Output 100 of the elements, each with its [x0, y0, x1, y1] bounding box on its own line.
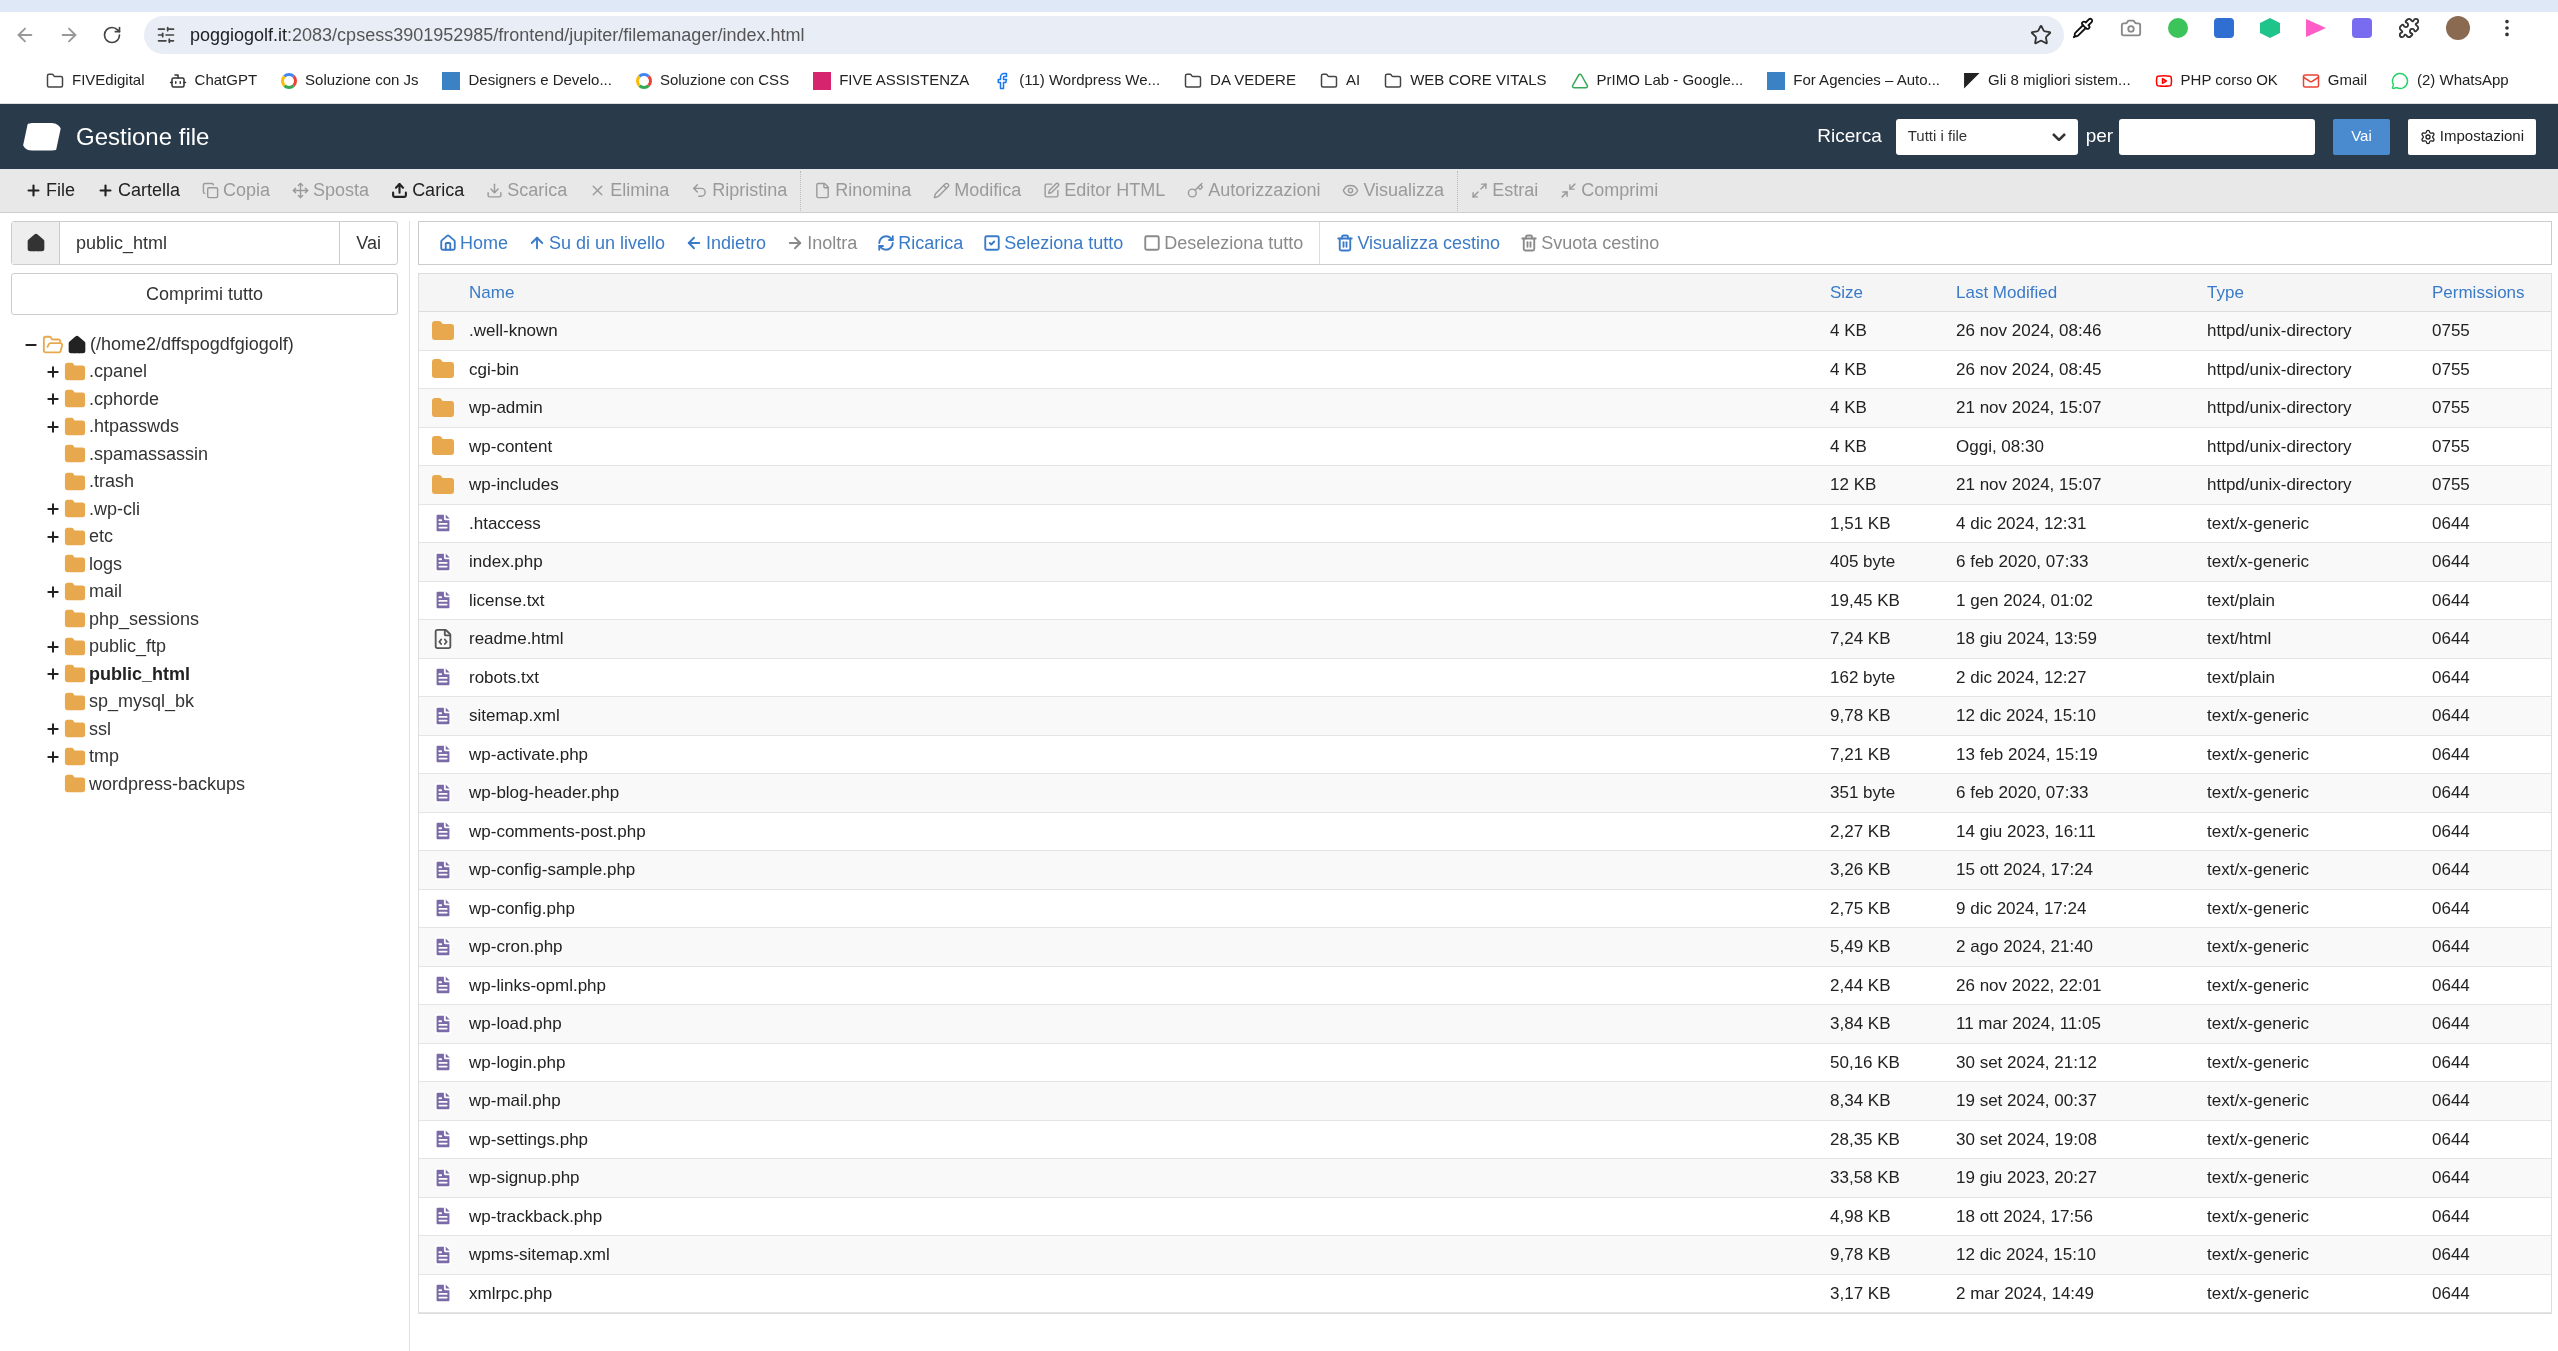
- bookmark[interactable]: FIVE ASSISTENZA: [813, 69, 970, 92]
- bookmark[interactable]: PrIMO Lab - Google...: [1570, 69, 1744, 92]
- nav-button[interactable]: Indietro: [675, 229, 777, 257]
- bookmark[interactable]: WEB CORE VITALS: [1384, 69, 1547, 92]
- modified-cell-text: Oggi, 08:30: [1955, 435, 2045, 458]
- file-name[interactable]: wp-blog-header.php: [467, 780, 1828, 806]
- bookmark[interactable]: (11) Wordpress We...: [993, 69, 1161, 92]
- bookmark[interactable]: Soluzione con CSS: [635, 69, 790, 92]
- bookmark[interactable]: Gmail: [2301, 69, 2367, 92]
- file-name[interactable]: wp-content: [467, 433, 1828, 459]
- tree-item[interactable]: .cphorde: [89, 385, 160, 413]
- modified-cell-text: 6 feb 2020, 07:33: [1955, 782, 2090, 804]
- camera-icon[interactable]: [2120, 17, 2142, 39]
- tree-item[interactable]: public_ftp: [89, 633, 167, 661]
- search-scope-select[interactable]: Tutti i file: [1895, 118, 2078, 155]
- file-name[interactable]: wp-load.php: [467, 1011, 1828, 1037]
- permissions-cell-text: 0755: [2431, 474, 2471, 496]
- file-name[interactable]: wp-settings.php: [467, 1126, 1828, 1152]
- file-name[interactable]: wpms-sitemap.xml: [467, 1242, 1828, 1268]
- address-bar[interactable]: poggiogolf.it:2083/cpsess3901952985/frontend/jupiter/filemanager/index.html: [144, 16, 2064, 54]
- bookmark[interactable]: AI: [1319, 69, 1361, 92]
- file-name[interactable]: xmlrpc.php: [467, 1280, 1828, 1306]
- expand-icon[interactable]: [45, 748, 61, 765]
- nav-button[interactable]: Ricarica: [867, 229, 974, 257]
- file-name[interactable]: wp-signup.php: [467, 1165, 1828, 1191]
- tree-item[interactable]: .trash: [89, 468, 135, 496]
- tree-item[interactable]: logs: [89, 550, 123, 578]
- site-settings-icon[interactable]: [156, 25, 176, 45]
- reload-icon[interactable]: [102, 25, 122, 45]
- settings-button[interactable]: Impostazioni: [2407, 118, 2536, 155]
- file-name[interactable]: wp-config.php: [467, 895, 1828, 921]
- bookmark[interactable]: For Agencies – Auto...: [1767, 69, 1941, 92]
- expand-icon[interactable]: [45, 363, 61, 380]
- file-name[interactable]: wp-mail.php: [467, 1088, 1828, 1114]
- file-name[interactable]: .htaccess: [467, 510, 1828, 536]
- file-name[interactable]: wp-admin: [467, 395, 1828, 421]
- tree-item[interactable]: .wp-cli: [89, 495, 140, 523]
- file-name[interactable]: index.php: [467, 549, 1828, 575]
- tree-item[interactable]: wordpress-backups: [89, 770, 246, 798]
- file-name[interactable]: robots.txt: [467, 664, 1828, 690]
- eyedropper-icon[interactable]: [2072, 17, 2094, 39]
- bookmark[interactable]: DA VEDERE: [1184, 69, 1296, 92]
- expand-icon[interactable]: [45, 638, 61, 655]
- tree-item[interactable]: etc: [89, 523, 113, 551]
- file-name[interactable]: wp-activate.php: [467, 741, 1828, 767]
- nav-button[interactable]: Visualizza cestino: [1326, 229, 1511, 257]
- bookmark-star-icon[interactable]: [2030, 24, 2052, 46]
- tree-item[interactable]: ssl: [89, 715, 111, 743]
- bookmark[interactable]: Gli 8 migliori sistem...: [1964, 69, 2131, 92]
- bookmark[interactable]: Designers e Develo...: [442, 69, 612, 92]
- search-field[interactable]: [2119, 118, 2316, 155]
- file-name[interactable]: wp-links-opml.php: [467, 972, 1828, 998]
- toolbar-button[interactable]: Cartella: [86, 177, 192, 204]
- column-header[interactable]: Size: [1828, 279, 1954, 306]
- bookmark[interactable]: ChatGPT: [168, 69, 258, 92]
- toolbar-button[interactable]: Carica: [380, 177, 476, 204]
- column-header[interactable]: Permissions: [2430, 279, 2551, 306]
- type-cell-text: text/x-generic: [2206, 743, 2311, 766]
- file-name[interactable]: wp-cron.php: [467, 934, 1828, 960]
- tree-item[interactable]: (/home2/dffspogdfgiogolf): [90, 331, 294, 358]
- file-name[interactable]: wp-login.php: [467, 1049, 1828, 1075]
- toolbar-button[interactable]: File: [14, 177, 86, 204]
- type-cell-text: text/x-generic: [2206, 782, 2311, 804]
- file-name[interactable]: sitemap.xml: [467, 703, 1828, 729]
- tree-item[interactable]: .htpasswds: [89, 413, 180, 441]
- search-go-button[interactable]: Vai: [2333, 118, 2390, 155]
- expand-icon[interactable]: [45, 583, 61, 600]
- square-icon: [1143, 234, 1162, 252]
- bookmark[interactable]: Soluzione con Js: [281, 69, 419, 92]
- tree-item[interactable]: php_sessions: [89, 605, 200, 633]
- file-name[interactable]: license.txt: [467, 587, 1828, 613]
- tree-item[interactable]: mail: [89, 578, 122, 606]
- nav-button[interactable]: Home: [429, 229, 518, 257]
- file-name[interactable]: readme.html: [467, 626, 1828, 652]
- file-icon: [432, 934, 454, 959]
- file-name[interactable]: wp-config-sample.php: [467, 857, 1828, 883]
- column-header[interactable]: Name: [467, 279, 1828, 306]
- expand-icon[interactable]: [45, 418, 61, 435]
- file-name[interactable]: wp-trackback.php: [467, 1203, 1828, 1229]
- collapse-all-button[interactable]: Comprimi tutto: [11, 273, 398, 315]
- nav-button[interactable]: Seleziona tutto: [973, 229, 1134, 257]
- file-name[interactable]: wp-includes: [467, 472, 1828, 498]
- column-header[interactable]: Last Modified: [1954, 279, 2205, 306]
- expand-icon[interactable]: [45, 528, 61, 545]
- type-cell-text: text/x-generic: [2206, 974, 2311, 997]
- nav-button[interactable]: Su di un livello: [518, 229, 676, 257]
- tree-item[interactable]: .cpanel: [89, 358, 148, 386]
- column-header[interactable]: Type: [2205, 279, 2430, 306]
- file-name[interactable]: cgi-bin: [467, 356, 1828, 382]
- file-name[interactable]: .well-known: [467, 318, 1828, 344]
- tree-item[interactable]: public_html: [89, 660, 190, 688]
- size-cell-text: 8,34 KB: [1829, 1090, 1892, 1112]
- tree-item[interactable]: .spamassassin: [89, 440, 209, 468]
- tree-item[interactable]: sp_mysql_bk: [89, 688, 195, 716]
- bookmark[interactable]: PHP corso OK: [2154, 69, 2278, 92]
- tree-item[interactable]: tmp: [89, 743, 119, 771]
- file-name[interactable]: wp-comments-post.php: [467, 818, 1828, 844]
- bookmark[interactable]: (2) WhatsApp: [2391, 69, 2509, 92]
- bookmark[interactable]: FIVEdigital: [46, 69, 145, 92]
- extensions-icon[interactable]: [2398, 17, 2420, 39]
